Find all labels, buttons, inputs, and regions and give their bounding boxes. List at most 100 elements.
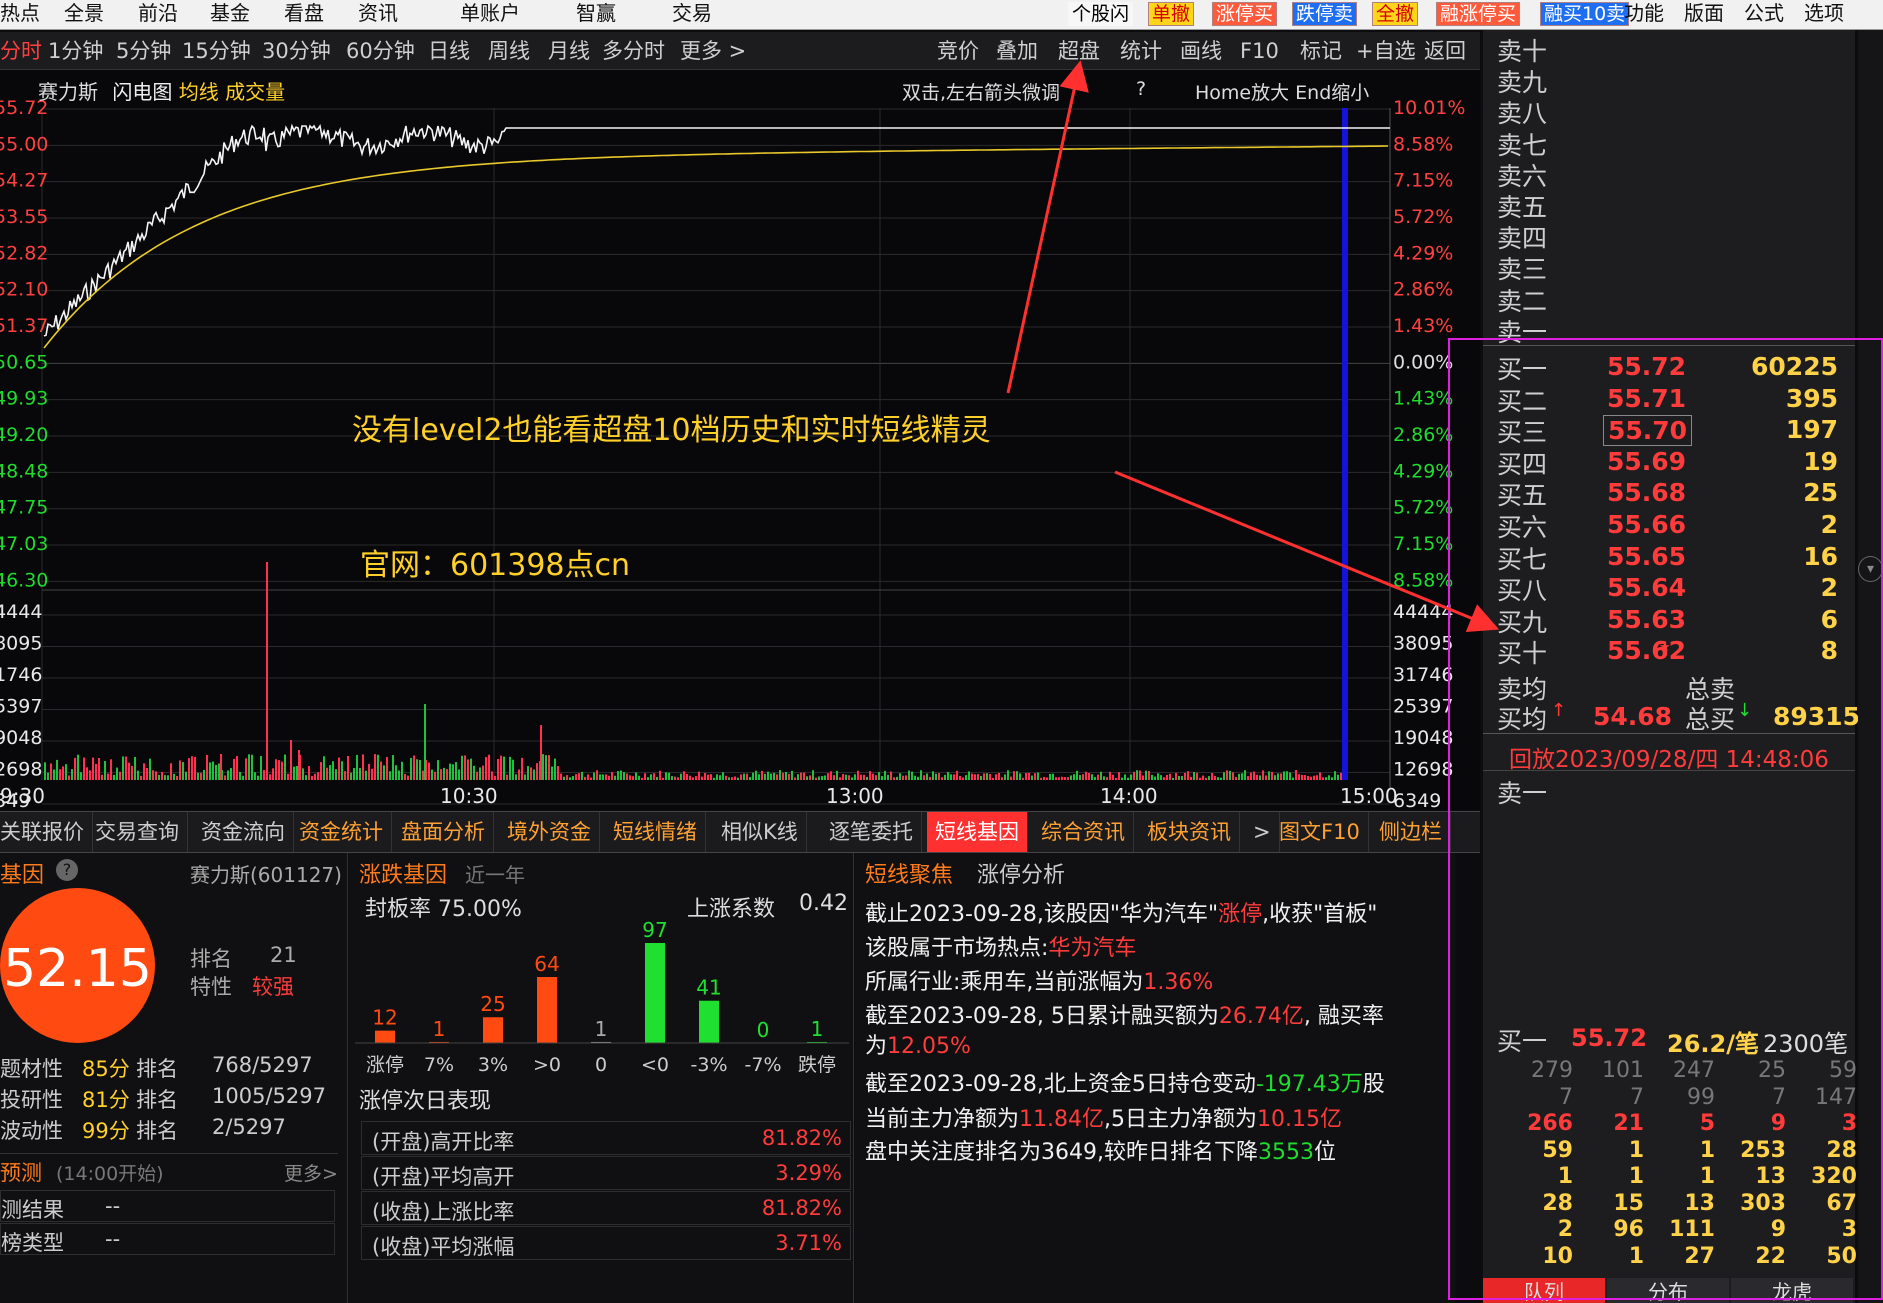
collapse-icon[interactable]: ▾ [1858, 556, 1883, 582]
legend-volume[interactable]: 成交量 [225, 80, 285, 104]
sell-level[interactable]: 卖一 [1497, 313, 1852, 347]
tool-button[interactable]: 返回 [1424, 38, 1466, 64]
buy-level[interactable]: 买九 55.63 6 [1497, 603, 1852, 637]
more-link[interactable]: 更多> [284, 1159, 338, 1186]
bottom-tab[interactable]: 板块资讯 [1139, 812, 1240, 852]
bar [375, 1030, 395, 1043]
tool-button[interactable]: +自选 [1356, 38, 1416, 64]
focus-title[interactable]: 短线聚焦 [865, 857, 953, 889]
intraday-chart-area[interactable]: 55.72 55.00 54.27 53.55 52.82 52.10 51.37 50.65… [0, 70, 1480, 812]
legend-avg[interactable]: 均线 [179, 80, 219, 104]
bar-category-label: <0 [641, 1054, 669, 1073]
tool-button[interactable]: 叠加 [996, 38, 1038, 64]
price-tick: 55.00 [0, 133, 48, 155]
sell-level[interactable]: 卖五 [1497, 188, 1852, 222]
help-icon[interactable]: ? [1136, 78, 1146, 100]
legend-flash[interactable]: 闪电图 [112, 80, 172, 104]
menu-item[interactable]: 全景 [64, 0, 104, 26]
sell-level[interactable]: 卖八 [1497, 94, 1852, 128]
focus-segment: 为 [865, 1034, 888, 1059]
queue-cell: 13 [1755, 1164, 1786, 1189]
quick-button[interactable]: 跌停卖 [1292, 2, 1358, 26]
menu-right-item[interactable]: 公式 [1744, 0, 1784, 26]
quick-button[interactable]: 涨停买 [1212, 2, 1278, 26]
menu-right-item[interactable]: 版面 [1684, 0, 1724, 26]
menu-item[interactable]: 单账户 [460, 0, 520, 26]
period-tab[interactable]: 更多 > [680, 38, 746, 64]
buy-level[interactable]: 买八 55.64 2 [1497, 571, 1852, 605]
queue-buy-count: 2300笔 [1763, 1030, 1849, 1058]
bottom-tab[interactable]: 资金统计 [291, 812, 392, 852]
menu-item[interactable]: 热点 [0, 0, 40, 26]
period-tab[interactable]: 周线 [488, 38, 530, 64]
tool-button[interactable]: F10 [1240, 38, 1279, 64]
period-tab[interactable]: 多分时 [602, 38, 665, 64]
sell-level[interactable]: 卖七 [1497, 126, 1852, 160]
sell-level[interactable]: 卖六 [1497, 157, 1852, 191]
buy-level[interactable]: 买十 55.62 8 [1497, 634, 1852, 668]
bottom-tab[interactable]: 图文F10 [1271, 812, 1369, 852]
tool-button[interactable]: 竞价 [937, 38, 979, 64]
right-sidebar-strip[interactable] [1858, 30, 1883, 1303]
period-tab[interactable]: 60分钟 [346, 38, 415, 64]
order-book-tab[interactable]: 队列 [1483, 1278, 1605, 1303]
period-tab[interactable]: 日线 [428, 38, 470, 64]
tool-button[interactable]: 统计 [1120, 38, 1162, 64]
predict-row-label: 榜类型 [1, 1231, 64, 1255]
buy-level[interactable]: 买五 55.68 25 [1497, 476, 1852, 510]
menu-item[interactable]: 智赢 [576, 0, 616, 26]
buy-level[interactable]: 买二 55.71 395 [1497, 382, 1852, 416]
bottom-tab[interactable]: 关联报价 [0, 812, 93, 852]
menu-item[interactable]: 交易 [672, 0, 712, 26]
menu-item[interactable]: 前沿 [138, 0, 178, 26]
bottom-tab[interactable]: 短线基因 [927, 812, 1028, 852]
menu-right-item[interactable]: 功能 [1624, 0, 1664, 26]
buy-level[interactable]: 买一 55.72 60225 [1497, 350, 1852, 384]
period-tab[interactable]: 30分钟 [262, 38, 331, 64]
sell-level[interactable]: 卖二 [1497, 282, 1852, 316]
limit-analysis-tab[interactable]: 涨停分析 [977, 857, 1065, 889]
tool-button[interactable]: 标记 [1300, 38, 1342, 64]
buy-level[interactable]: 买三 55.70 197 [1497, 413, 1852, 447]
bottom-tab[interactable]: 短线情绪 [605, 812, 706, 852]
menu-item[interactable]: 看盘 [284, 0, 324, 26]
period-tab[interactable]: 分时 [0, 38, 42, 64]
tool-button[interactable]: 超盘 [1058, 38, 1100, 64]
bottom-tab[interactable]: 相似K线 [713, 812, 807, 852]
bottom-tab[interactable]: 综合资讯 [1033, 812, 1134, 852]
tool-button[interactable]: 画线 [1180, 38, 1222, 64]
queue-cell: 279 [1531, 1058, 1573, 1083]
order-book-tab[interactable]: 龙虎 [1731, 1278, 1853, 1303]
sell-level[interactable]: 卖四 [1497, 219, 1852, 253]
buy-level[interactable]: 买七 55.65 16 [1497, 540, 1852, 574]
quick-button[interactable]: 融买10卖 [1540, 2, 1630, 26]
buy-level[interactable]: 买六 55.66 2 [1497, 508, 1852, 542]
sell-level[interactable]: 卖三 [1497, 250, 1852, 284]
sell-level[interactable]: 卖十 [1497, 32, 1852, 66]
menu-item[interactable]: 基金 [210, 0, 250, 26]
help-circle-icon[interactable]: ? [56, 859, 78, 881]
bottom-tab[interactable]: 盘面分析 [393, 812, 494, 852]
gene-row-label: 波动性 [0, 1119, 63, 1143]
period-tab[interactable]: 月线 [548, 38, 590, 64]
bottom-tab[interactable]: 交易查询 [87, 812, 188, 852]
order-book-tab[interactable]: 分布 [1607, 1278, 1729, 1303]
down-arrow-icon: ↓ [1737, 700, 1753, 721]
bottom-tab[interactable]: 境外资金 [499, 812, 600, 852]
bottom-tab[interactable]: 逐笔委托 [821, 812, 922, 852]
period-tab[interactable]: 1分钟 [48, 38, 103, 64]
bottom-tab[interactable]: 资金流向 [193, 812, 294, 852]
quick-button[interactable]: 单撤 [1148, 2, 1195, 26]
next-day-label: (开盘)高开比率 [372, 1130, 515, 1154]
period-tab[interactable]: 5分钟 [116, 38, 171, 64]
sell-level[interactable]: 卖九 [1497, 63, 1852, 97]
bottom-tab[interactable]: 侧边栏 [1371, 812, 1451, 852]
buy-level[interactable]: 买四 55.69 19 [1497, 445, 1852, 479]
quick-button[interactable]: 个股闪 [1068, 2, 1134, 26]
next-day-label: (收盘)平均涨幅 [372, 1235, 515, 1259]
quick-button[interactable]: 全撤 [1372, 2, 1419, 26]
quick-button[interactable]: 融涨停买 [1436, 2, 1521, 26]
menu-right-item[interactable]: 选项 [1804, 0, 1844, 26]
period-tab[interactable]: 15分钟 [182, 38, 251, 64]
menu-item[interactable]: 资讯 [358, 0, 398, 26]
